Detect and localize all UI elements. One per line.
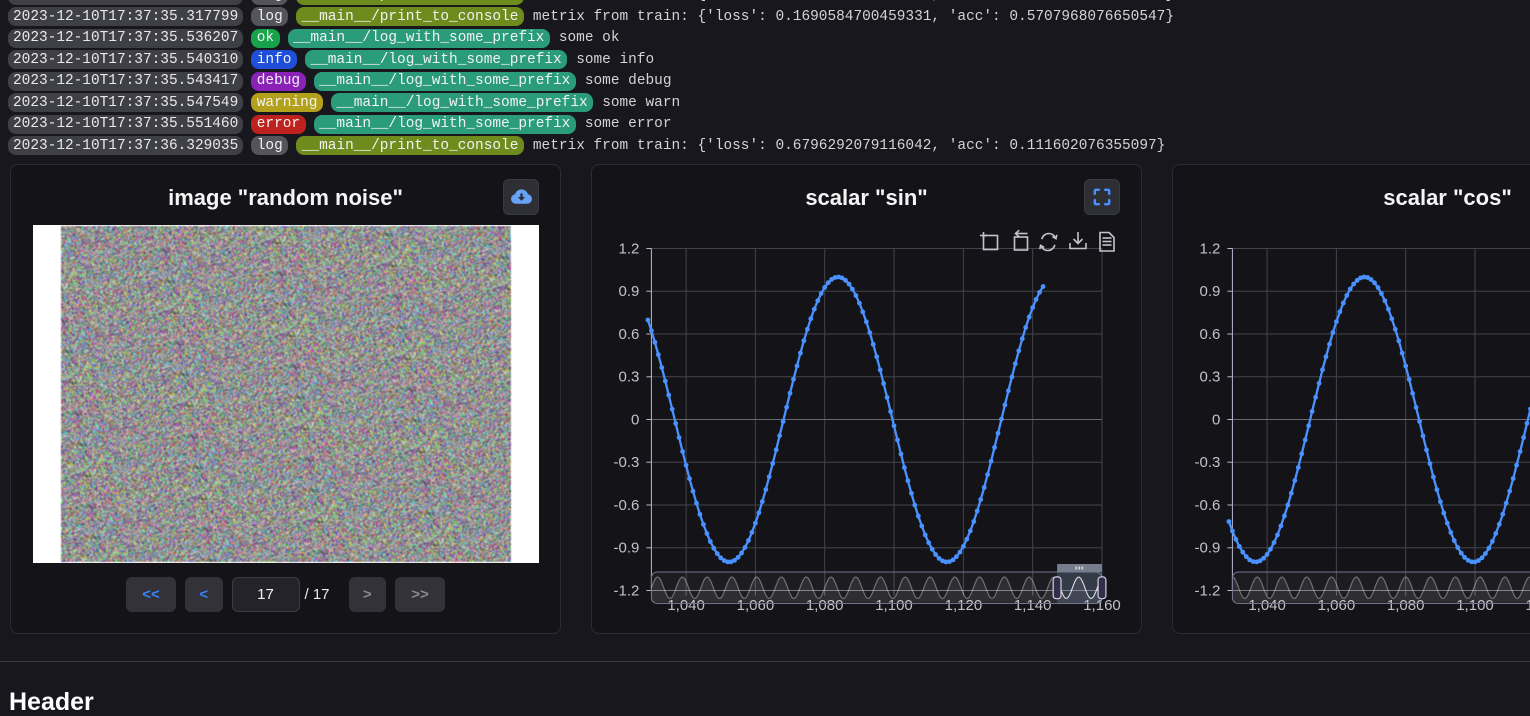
svg-text:-0.9: -0.9 (1195, 540, 1221, 557)
svg-text:0.9: 0.9 (1200, 283, 1221, 300)
svg-text:0.9: 0.9 (619, 283, 640, 300)
svg-text:-1.2: -1.2 (614, 582, 640, 599)
svg-text:-0.9: -0.9 (614, 540, 640, 557)
svg-text:0.6: 0.6 (1200, 326, 1221, 343)
svg-text:0: 0 (631, 411, 639, 428)
svg-text:0.6: 0.6 (619, 326, 640, 343)
svg-text:1.2: 1.2 (1200, 240, 1221, 257)
svg-text:0.3: 0.3 (619, 369, 640, 386)
svg-text:-0.3: -0.3 (614, 454, 640, 471)
svg-text:-1.2: -1.2 (1195, 582, 1221, 599)
svg-text:1.2: 1.2 (619, 240, 640, 257)
svg-text:-0.6: -0.6 (1195, 497, 1221, 514)
svg-text:0: 0 (1212, 411, 1220, 428)
svg-text:0.3: 0.3 (1200, 369, 1221, 386)
svg-text:-0.6: -0.6 (614, 497, 640, 514)
svg-text:-0.3: -0.3 (1195, 454, 1221, 471)
